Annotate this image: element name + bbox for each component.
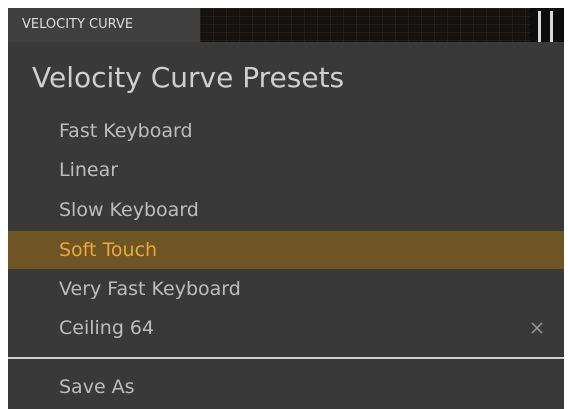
menu-divider (8, 357, 564, 359)
preset-label: Very Fast Keyboard (59, 278, 241, 300)
preset-label: Fast Keyboard (59, 120, 193, 142)
menu-title: Velocity Curve Presets (32, 61, 345, 94)
top-bar: VELOCITY CURVE (8, 8, 564, 42)
save-as-button[interactable]: Save As (8, 368, 564, 406)
preset-linear[interactable]: Linear (8, 151, 564, 189)
preset-label: Linear (59, 159, 119, 181)
preset-label: Ceiling 64 (59, 317, 155, 339)
handle-line (550, 11, 553, 42)
preset-slow-keyboard[interactable]: Slow Keyboard (8, 191, 564, 229)
preset-ceiling-64[interactable]: Ceiling 64 (8, 309, 564, 347)
save-as-label: Save As (59, 376, 135, 398)
preset-very-fast-keyboard[interactable]: Very Fast Keyboard (8, 270, 564, 308)
curve-handle[interactable] (530, 8, 564, 42)
preset-label: Slow Keyboard (59, 199, 199, 221)
preset-soft-touch[interactable]: Soft Touch (8, 231, 564, 269)
velocity-curve-tab[interactable]: VELOCITY CURVE (8, 8, 200, 42)
velocity-curve-presets-menu: VELOCITY CURVE Velocity Curve Presets Fa… (8, 8, 564, 409)
close-icon[interactable] (528, 309, 546, 347)
velocity-curve-graph (200, 8, 530, 42)
preset-label: Soft Touch (59, 239, 158, 261)
preset-fast-keyboard[interactable]: Fast Keyboard (8, 112, 564, 150)
handle-line (538, 11, 541, 42)
